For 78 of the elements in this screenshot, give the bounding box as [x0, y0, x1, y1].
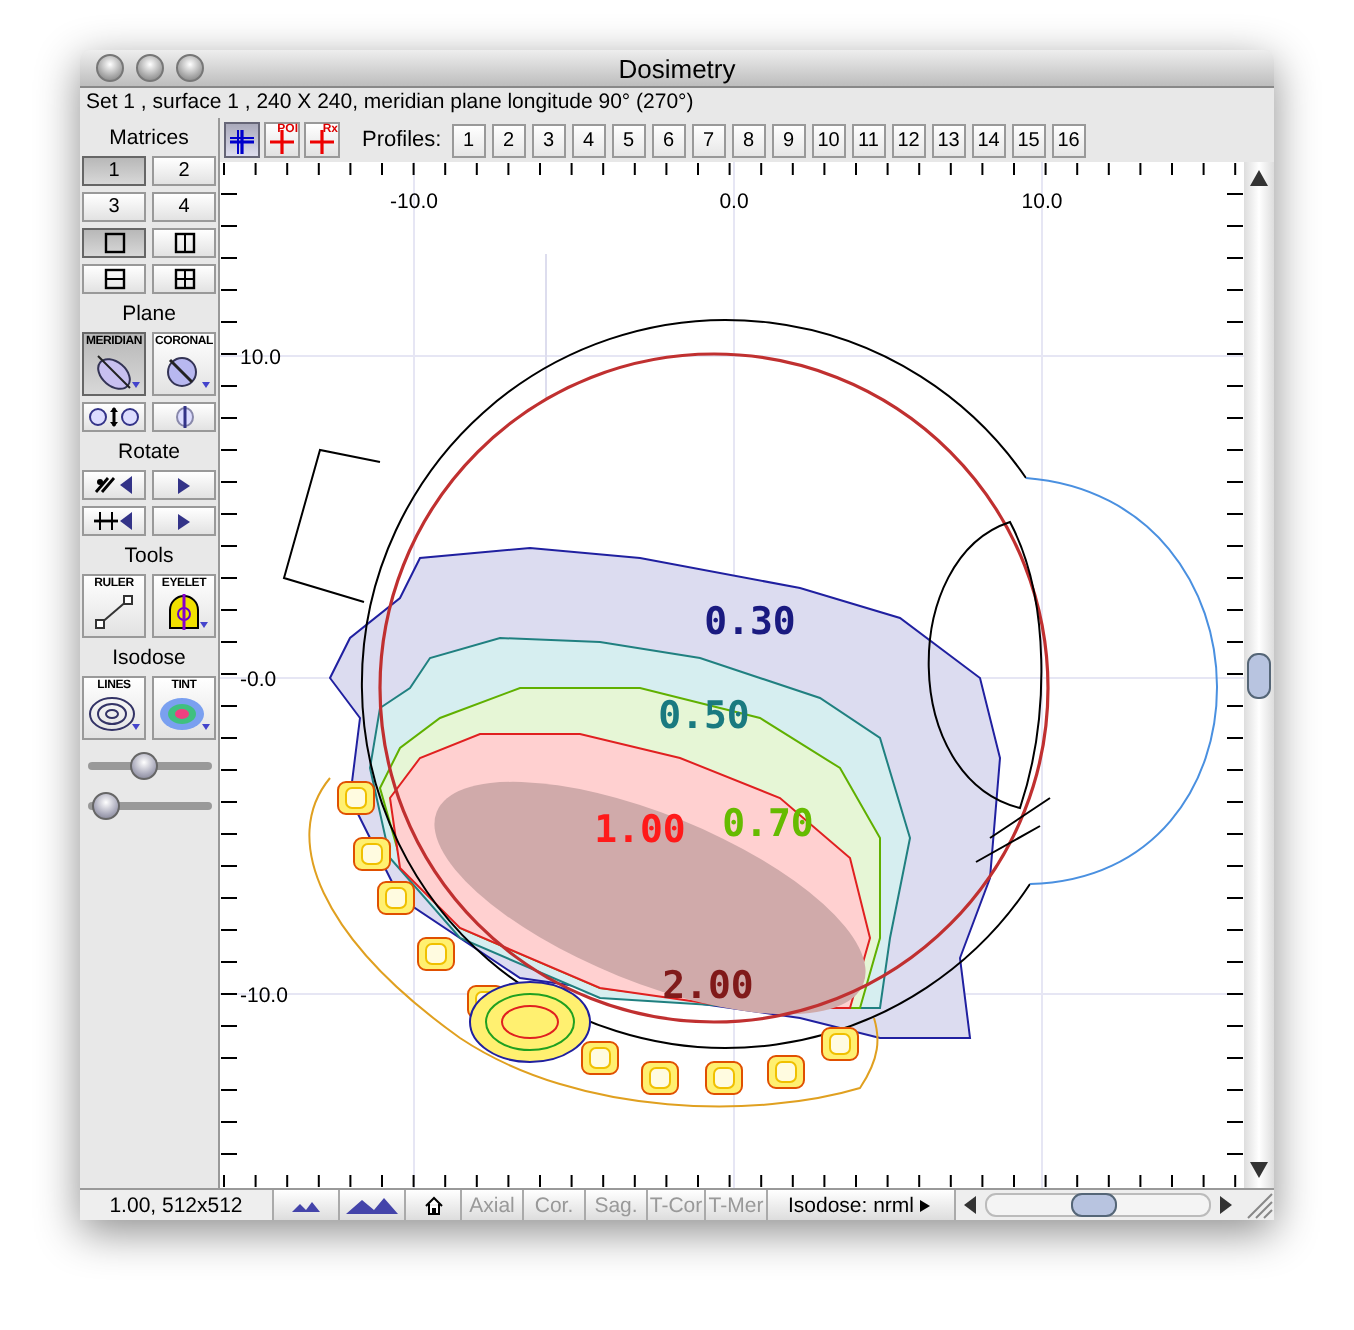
section-label: Plane [122, 302, 176, 326]
isodose-label: 0.70 [722, 802, 814, 846]
icon-button[interactable] [152, 506, 216, 536]
crosshair-button[interactable] [224, 122, 260, 158]
profile-button[interactable]: 8 [731, 123, 766, 157]
matrix-button[interactable]: 2 [152, 156, 216, 186]
profile-button[interactable]: 4 [571, 123, 606, 157]
slider-thumb[interactable] [130, 752, 159, 780]
isodose-label: 2.00 [662, 964, 754, 1008]
profile-button[interactable]: 12 [891, 123, 926, 157]
rows-view-icon [103, 268, 125, 290]
profile-button[interactable]: 14 [971, 123, 1006, 157]
profile-button[interactable]: 5 [611, 123, 646, 157]
icon-button[interactable] [82, 470, 146, 500]
icon-button[interactable] [82, 506, 146, 536]
icon-button[interactable] [274, 1190, 340, 1220]
section-label: Rotate [118, 440, 180, 464]
profile-button[interactable]: 2 [491, 123, 526, 157]
icon-button[interactable] [152, 264, 216, 294]
window-control-button[interactable] [136, 54, 164, 82]
columns-view-icon [173, 232, 195, 254]
icon-button[interactable] [82, 264, 146, 294]
slider-thumb[interactable] [91, 792, 120, 820]
crosshair-icon [306, 124, 338, 156]
axis-label: 10.0 [1021, 190, 1063, 214]
profile-button[interactable]: 16 [1051, 123, 1086, 157]
profiles-label: Profiles: [362, 128, 442, 152]
scroll-bar[interactable] [1244, 162, 1274, 1188]
icon-button[interactable] [82, 402, 146, 432]
axis-label: 10.0 [240, 346, 281, 370]
axis-label: -10.0 [240, 984, 288, 1008]
isodose-label: 1.00 [594, 808, 686, 852]
axis-label: 0.0 [719, 190, 749, 214]
crosshair-icon [226, 124, 258, 156]
icon-button[interactable] [82, 228, 146, 258]
icon-button[interactable] [340, 1190, 406, 1220]
mountains-icon [344, 1195, 400, 1215]
rotate-arrow-icon [92, 474, 136, 496]
crosshair-icon [266, 124, 298, 156]
menu-arrow-icon [914, 1195, 935, 1215]
isodose-label: 0.50 [658, 694, 750, 738]
icon-button[interactable] [152, 470, 216, 500]
single-view-icon [103, 232, 125, 254]
quad-view-icon [173, 268, 195, 290]
window-title: Dosimetry [618, 53, 736, 83]
isodose-label: 0.30 [704, 600, 796, 644]
matrix-button[interactable]: 4 [152, 192, 216, 222]
icon-button[interactable] [406, 1190, 462, 1220]
profile-button[interactable]: 11 [851, 123, 886, 157]
matrix-button[interactable]: 1 [82, 156, 146, 186]
section-label: Matrices [109, 126, 189, 150]
profile-button[interactable]: 13 [931, 123, 966, 157]
tint-icon [156, 694, 212, 734]
profile-button[interactable]: 15 [1011, 123, 1046, 157]
profile-button[interactable]: 3 [531, 123, 566, 157]
profile-button[interactable]: 9 [771, 123, 806, 157]
icon-button[interactable] [152, 228, 216, 258]
isodose-lines-icon [86, 694, 142, 734]
slider[interactable] [87, 752, 211, 780]
window-control-button[interactable] [96, 54, 124, 82]
home-icon [423, 1195, 443, 1215]
profile-button[interactable]: 7 [691, 123, 726, 157]
matrix-button[interactable]: 3 [82, 192, 146, 222]
profile-button[interactable]: 1 [451, 123, 486, 157]
profile-button[interactable]: 6 [651, 123, 686, 157]
swap-circles-icon [88, 406, 140, 428]
mountain-icon [290, 1197, 322, 1213]
axis-label: -0.0 [240, 668, 277, 692]
window-control-button[interactable] [176, 54, 204, 82]
flip-arrow-icon [92, 510, 136, 532]
ruler-icon [90, 592, 138, 632]
axis-label: -10.0 [390, 190, 438, 214]
section-label: Tools [124, 544, 174, 568]
profile-button[interactable]: 10 [811, 123, 846, 157]
section-label: Isodose [112, 646, 186, 670]
isodose-menu[interactable]: Isodose: nrml [768, 1190, 956, 1220]
slider[interactable] [87, 792, 211, 820]
icon-button[interactable] [152, 402, 216, 432]
